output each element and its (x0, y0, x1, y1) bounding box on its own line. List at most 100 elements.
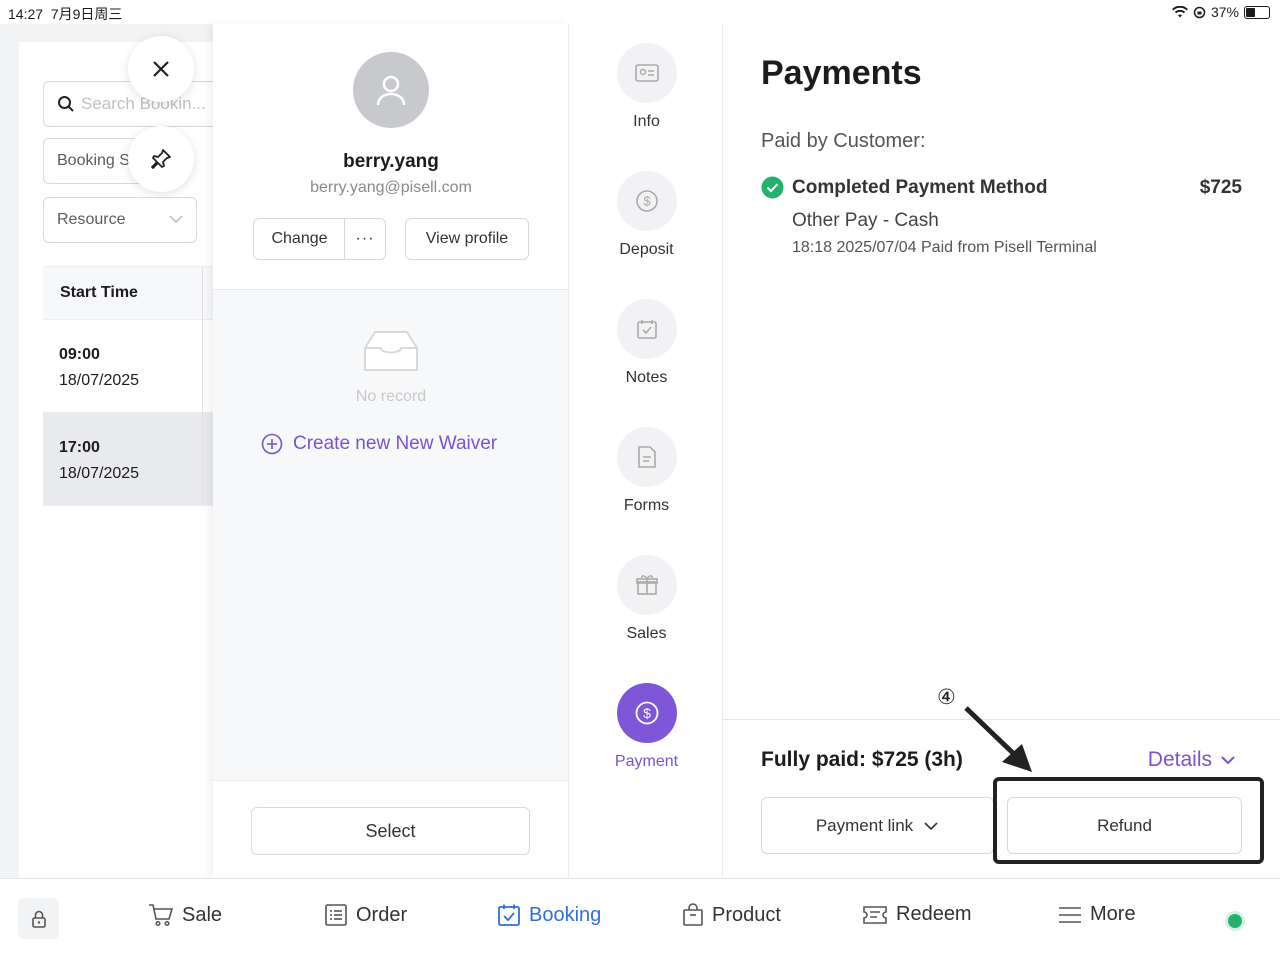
chevron-down-icon (924, 821, 938, 830)
tab-label: Notes (625, 369, 668, 386)
chevron-down-icon (1221, 756, 1235, 765)
orientation-lock-icon (1193, 6, 1206, 18)
chevron-down-icon (169, 215, 183, 224)
create-waiver-link[interactable]: Create new New Waiver (261, 433, 497, 455)
status-right: 37% (1171, 4, 1270, 20)
plus-circle-icon (261, 433, 283, 455)
search-icon (58, 96, 74, 112)
row-time: 09:00 (59, 346, 100, 363)
battery-percent: 37% (1210, 4, 1239, 20)
battery-icon (1244, 5, 1270, 19)
lock-button[interactable] (18, 898, 59, 939)
tab-notes[interactable]: Notes (569, 299, 724, 387)
resource-filter-label: Resource (57, 211, 126, 228)
nav-label: Order (356, 903, 408, 926)
tab-forms[interactable]: Forms (569, 427, 724, 515)
pin-icon (151, 149, 171, 169)
status-bar: 14:27 7月9日周三 37% (0, 0, 1280, 24)
details-label: Details (1147, 748, 1212, 771)
empty-inbox-icon (364, 331, 418, 371)
tab-sales[interactable]: Sales (569, 555, 724, 643)
user-icon (376, 75, 406, 106)
select-button[interactable]: Select (251, 807, 530, 855)
more-options-button[interactable]: ··· (344, 218, 386, 260)
fully-paid-summary: Fully paid: $725 (3h) (761, 748, 963, 771)
payment-link-label: Payment link (815, 815, 914, 835)
nav-label: More (1090, 903, 1136, 925)
start-time-column-header[interactable]: Start Time (43, 266, 219, 321)
dollar-icon: $ (635, 190, 658, 212)
online-status-indicator (1228, 914, 1242, 928)
nav-order[interactable]: Order (324, 903, 407, 927)
nav-redeem[interactable]: Redeem (862, 903, 972, 926)
table-row[interactable]: 09:00 18/07/2025 (43, 320, 219, 413)
id-card-icon (634, 64, 659, 82)
bottom-nav: Sale Order Booking Product Redeem More (0, 878, 1280, 960)
detail-tabs: Info $ Deposit Notes Forms Sales $ Payme… (568, 24, 723, 878)
tab-label: Forms (623, 497, 670, 514)
customer-email: berry.yang@pisell.com (310, 179, 472, 196)
tab-label: Info (633, 113, 660, 130)
payment-method-row: Completed Payment Method $725 (761, 176, 1242, 199)
check-circle-icon (761, 176, 784, 199)
nav-label: Redeem (896, 903, 972, 925)
nav-label: Sale (182, 903, 223, 926)
payment-method-detail: Other Pay - Cash (792, 210, 939, 231)
payment-method-label: Completed Payment Method (792, 176, 1048, 198)
row-time: 17:00 (59, 439, 100, 456)
list-icon (325, 904, 347, 926)
customer-name: berry.yang (343, 151, 439, 172)
row-date: 18/07/2025 (59, 372, 140, 389)
calendar-check-icon (498, 904, 520, 926)
status-time: 14:27 7月9日周三 (8, 6, 123, 22)
dollar-icon: $ (635, 701, 658, 725)
close-button[interactable] (128, 36, 194, 102)
tab-label: Deposit (619, 241, 674, 258)
wifi-icon (1171, 6, 1188, 18)
paid-by-heading: Paid by Customer: (761, 130, 926, 152)
step-marker: ④ (937, 686, 956, 709)
nav-product[interactable]: Product (682, 903, 781, 927)
tab-label: Payment (614, 753, 679, 770)
tab-label: Sales (626, 625, 667, 642)
pin-button[interactable] (128, 126, 194, 192)
resource-filter[interactable]: Resource (43, 197, 197, 243)
payment-link-button[interactable]: Payment link (761, 797, 994, 854)
bag-icon (683, 903, 703, 926)
refund-highlight-box (993, 777, 1264, 864)
close-icon (153, 61, 169, 77)
tab-info[interactable]: Info (569, 43, 724, 131)
document-icon (637, 446, 656, 468)
nav-more[interactable]: More (1058, 903, 1136, 926)
create-waiver-label: Create new New Waiver (293, 433, 498, 454)
table-row[interactable]: 17:00 18/07/2025 (43, 413, 219, 506)
nav-label: Booking (529, 903, 602, 926)
cart-icon (149, 904, 174, 927)
no-record-text: No record (355, 388, 427, 405)
nav-booking[interactable]: Booking (497, 903, 601, 927)
page-title: Payments (761, 54, 922, 92)
lock-icon (31, 910, 46, 928)
tab-payment[interactable]: $ Payment (569, 683, 724, 771)
gift-icon (635, 575, 658, 595)
customer-header: berry.yang berry.yang@pisell.com Change … (213, 24, 569, 290)
ticket-icon (863, 905, 887, 924)
customer-panel: berry.yang berry.yang@pisell.com Change … (213, 24, 569, 878)
row-date: 18/07/2025 (59, 465, 140, 482)
calendar-check-icon (636, 320, 657, 339)
change-customer-button[interactable]: Change (253, 218, 346, 260)
payment-timestamp: 18:18 2025/07/04 Paid from Pisell Termin… (792, 239, 1097, 256)
svg-text:$: $ (643, 705, 651, 721)
menu-icon (1059, 906, 1081, 923)
select-footer: Select (213, 780, 569, 878)
details-toggle[interactable]: Details (1148, 748, 1236, 772)
nav-sale[interactable]: Sale (148, 903, 222, 927)
arrow-icon (964, 706, 1032, 772)
column-header-label: Start Time (60, 284, 138, 301)
nav-label: Product (712, 903, 781, 926)
payment-amount: $725 (1199, 176, 1242, 198)
view-profile-button[interactable]: View profile (405, 218, 529, 260)
svg-text:$: $ (643, 194, 651, 209)
tab-deposit[interactable]: $ Deposit (569, 171, 724, 259)
avatar (353, 52, 429, 128)
